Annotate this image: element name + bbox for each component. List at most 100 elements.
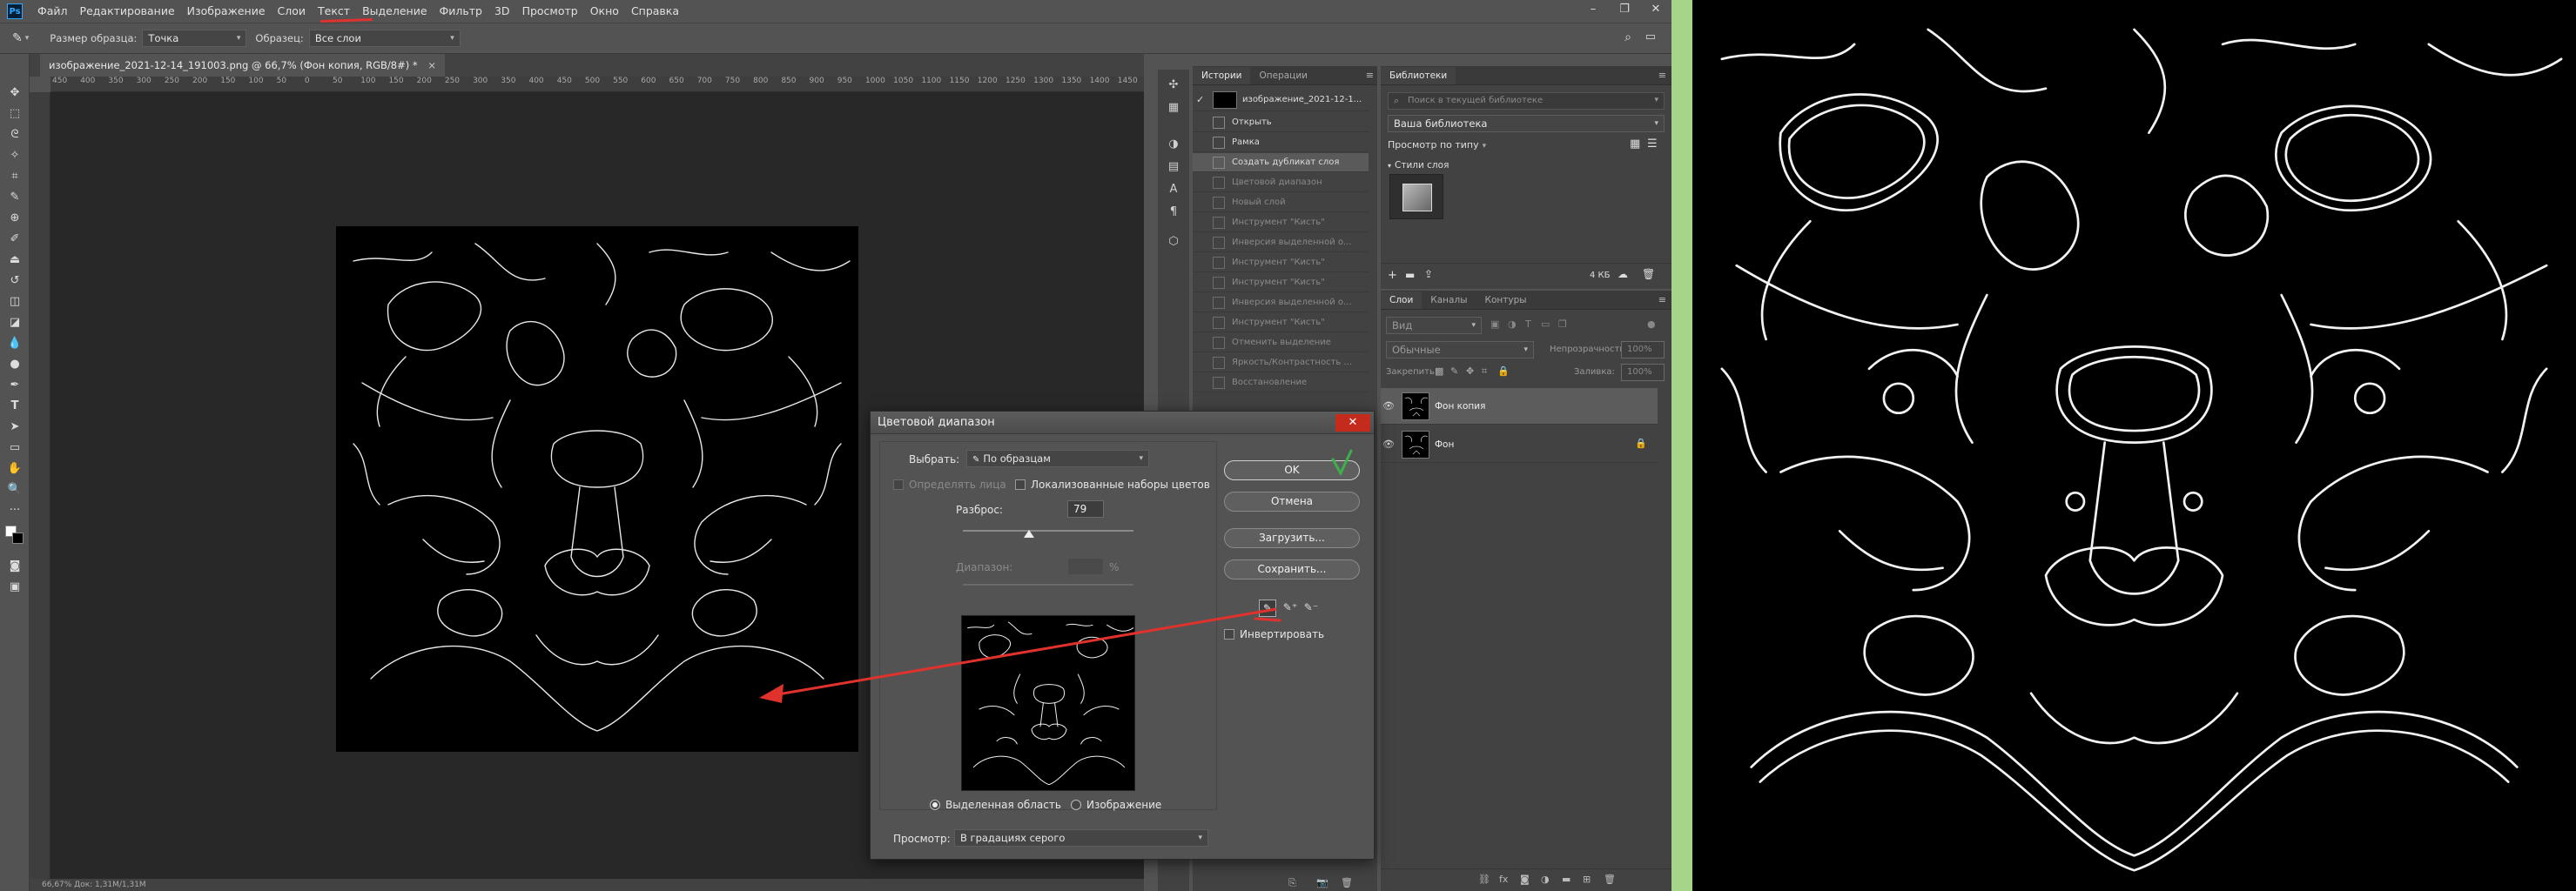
layer-styles-section[interactable]: ▾ Стили слоя [1388, 160, 1449, 171]
panel-menu-icon[interactable]: ≡ [1366, 67, 1374, 84]
document-tab[interactable]: изображение_2021-12-14_191003.png @ 66,7… [40, 54, 445, 77]
lock-transparency-icon[interactable]: ▩ [1435, 365, 1443, 377]
history-state[interactable]: Инверсия выделенной о... [1193, 233, 1369, 252]
library-search-input[interactable]: ⌕ Поиск в текущей библиотеке ▾ [1388, 92, 1665, 110]
type-tool-icon[interactable]: T [6, 399, 24, 414]
close-tab-icon[interactable]: × [427, 59, 436, 71]
eyedropper-add-icon[interactable]: ✎⁺ [1281, 600, 1299, 617]
brush-source-slot[interactable] [1196, 317, 1208, 329]
quick-mask-icon[interactable]: ◙ [6, 559, 24, 574]
delete-layer-icon[interactable]: 🗑 [1604, 874, 1616, 885]
styles-panel-icon[interactable]: ▤ [1165, 160, 1182, 176]
filter-smart-icon[interactable]: ❐ [1558, 318, 1567, 330]
tab-history[interactable]: Истории [1193, 67, 1251, 84]
invert-checkbox[interactable] [1224, 629, 1234, 640]
menu-edit[interactable]: Редактирование [74, 0, 181, 23]
history-state[interactable]: Новый слой [1193, 193, 1369, 212]
tab-layers[interactable]: Слои [1381, 291, 1423, 309]
brush-source-slot[interactable] [1196, 237, 1208, 249]
menu-file[interactable]: Файл [31, 0, 74, 23]
lasso-tool-icon[interactable]: ᘓ [6, 127, 24, 143]
swatches-panel-icon[interactable]: ▦ [1165, 101, 1182, 117]
brush-source-slot[interactable] [1196, 337, 1208, 349]
workspace-icon[interactable]: ▭ [1645, 30, 1656, 44]
dodge-tool-icon[interactable]: ● [6, 357, 24, 372]
brush-source-slot[interactable] [1196, 177, 1208, 189]
delete-state-icon[interactable]: 🗑 [1341, 877, 1353, 888]
grid-view-icon[interactable]: ▦ [1630, 137, 1640, 151]
color-panel-icon[interactable]: ✣ [1165, 78, 1182, 94]
eyedropper-tool-icon[interactable]: ✎ [12, 31, 23, 45]
restore-icon[interactable]: ❐ [1609, 0, 1640, 19]
trash-icon[interactable]: 🗑 [1642, 268, 1655, 280]
brush-source-slot[interactable] [1196, 357, 1208, 369]
folder-icon[interactable]: ▬ [1405, 269, 1415, 281]
menu-image[interactable]: Изображение [181, 0, 272, 23]
adjustments-panel-icon[interactable]: ◑ [1165, 137, 1182, 153]
search-icon[interactable]: ⌕ [1624, 30, 1631, 44]
screen-mode-icon[interactable]: ▣ [6, 579, 24, 595]
3d-panel-icon[interactable]: ⬡ [1165, 235, 1182, 251]
gradient-tool-icon[interactable]: ◪ [6, 315, 24, 331]
layer-row-fon-kopiya[interactable]: 👁 Фон копия [1381, 388, 1658, 425]
lock-position-icon[interactable]: ✥ [1466, 365, 1474, 377]
brush-source-slot[interactable] [1196, 157, 1208, 169]
history-state[interactable]: Инструмент "Кисть" [1193, 313, 1369, 332]
eyedropper-tool-icon[interactable]: ✎ [6, 190, 24, 205]
visibility-eye-icon[interactable]: 👁 [1381, 400, 1396, 412]
filter-type-icon[interactable]: T [1525, 318, 1531, 330]
fx-icon[interactable]: fx [1499, 874, 1508, 885]
brush-source-slot[interactable] [1196, 197, 1208, 209]
brush-source-slot[interactable] [1196, 277, 1208, 289]
brush-source-slot[interactable] [1196, 257, 1208, 269]
menu-layers[interactable]: Слои [272, 0, 313, 23]
minimize-icon[interactable]: – [1577, 0, 1609, 19]
history-brush-tool-icon[interactable]: ↺ [6, 273, 24, 289]
magic-wand-tool-icon[interactable]: ✧ [6, 148, 24, 164]
new-snapshot-icon[interactable]: 📷 [1316, 877, 1328, 888]
filter-adjustment-icon[interactable]: ◑ [1508, 318, 1517, 330]
pen-tool-icon[interactable]: ✒ [6, 378, 24, 393]
healing-brush-tool-icon[interactable]: ⊕ [6, 211, 24, 226]
tab-libraries[interactable]: Библиотеки [1381, 67, 1456, 84]
new-document-from-state-icon[interactable]: ⎘ [1288, 877, 1296, 889]
ok-button[interactable]: OK [1224, 460, 1360, 480]
layer-style-thumbnail[interactable] [1389, 174, 1443, 219]
layer-row-fon[interactable]: 👁 Фон 🔒 [1381, 426, 1658, 463]
fuzziness-slider-track[interactable] [963, 530, 1133, 532]
detect-faces-checkbox[interactable] [893, 479, 904, 490]
history-state[interactable]: Рамка [1193, 133, 1369, 152]
panel-menu-icon[interactable]: ≡ [1658, 67, 1666, 84]
localized-color-clusters-checkbox[interactable] [1015, 479, 1026, 490]
tool-preset-caret-icon[interactable]: ▾ [25, 34, 30, 43]
panel-menu-icon[interactable]: ≡ [1658, 291, 1666, 309]
lock-all-icon[interactable]: 🔒 [1497, 365, 1510, 377]
rectangle-tool-icon[interactable]: ▭ [6, 440, 24, 456]
history-state[interactable]: Инверсия выделенной о... [1193, 293, 1369, 312]
tab-actions[interactable]: Операции [1250, 67, 1315, 84]
new-group-icon[interactable]: ▬ [1562, 874, 1570, 885]
library-select[interactable]: Ваша библиотека ▾ [1388, 115, 1665, 132]
menu-help[interactable]: Справка [625, 0, 685, 23]
filter-shape-icon[interactable]: ▭ [1541, 318, 1550, 330]
preview-select[interactable]: В градациях серого ▾ [954, 829, 1208, 847]
add-mask-icon[interactable]: ◙ [1520, 874, 1530, 885]
view-by-type[interactable]: Просмотр по типу ▾ [1388, 139, 1486, 151]
lock-artboard-icon[interactable]: ⌗ [1482, 365, 1487, 378]
upload-icon[interactable]: ⇪ [1424, 268, 1433, 280]
brush-tool-icon[interactable]: ✐ [6, 231, 24, 247]
menu-filter[interactable]: Фильтр [434, 0, 488, 23]
range-input[interactable] [1067, 558, 1104, 575]
selection-radio[interactable] [930, 800, 940, 810]
cloud-icon[interactable]: ☁ [1618, 268, 1628, 280]
opacity-input[interactable]: 100% [1621, 341, 1665, 358]
brush-source-slot[interactable] [1196, 217, 1208, 229]
brush-source-slot[interactable] [1196, 297, 1208, 309]
sample-size-select[interactable]: Точка ▾ [142, 30, 247, 47]
menu-window[interactable]: Окно [584, 0, 625, 23]
adjustment-layer-icon[interactable]: ◑ [1541, 874, 1550, 885]
blend-mode-select[interactable]: Обычные ▾ [1386, 341, 1534, 358]
brush-source-icon[interactable]: ✓ [1196, 94, 1208, 106]
select-dropdown[interactable]: ✎ По образцам ▾ [966, 450, 1149, 467]
history-snapshot[interactable]: ✓ изображение_2021-12-1... [1193, 89, 1369, 111]
